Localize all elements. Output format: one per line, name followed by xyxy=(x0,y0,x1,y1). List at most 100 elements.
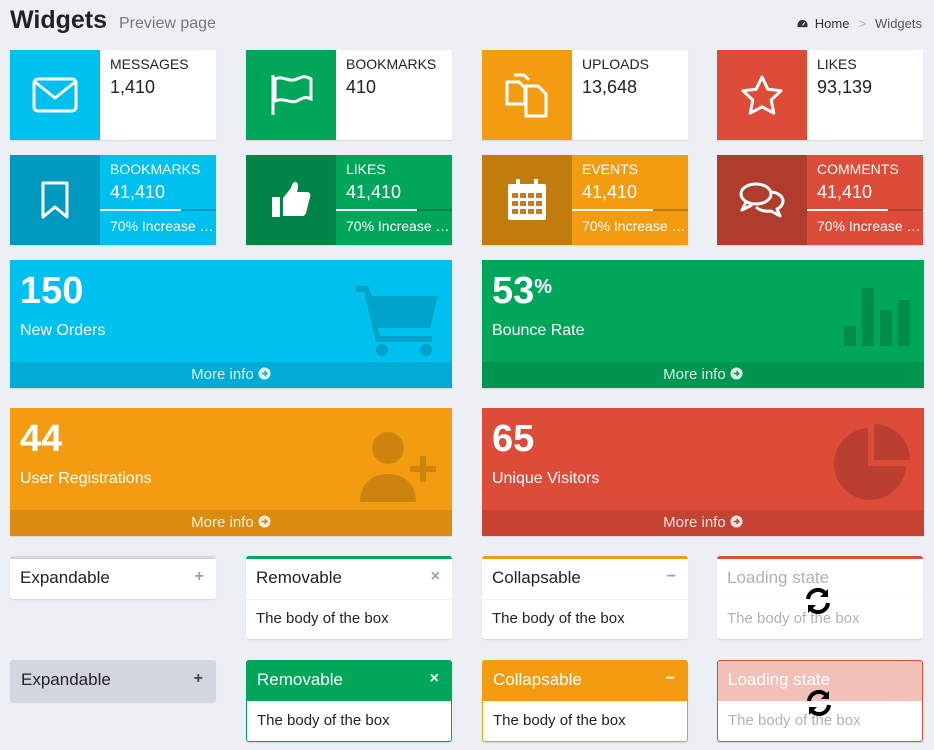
info-box-value: 41,410 xyxy=(817,182,873,202)
info-box-likes: Likes 93,139 xyxy=(717,50,923,140)
info-box-label: Uploads xyxy=(582,56,649,72)
arrow-circle-right-icon xyxy=(730,515,743,528)
small-box-footer-link[interactable]: More info xyxy=(10,362,452,388)
info-box-label: Likes xyxy=(817,56,857,72)
info-box-icon-bg xyxy=(717,50,807,140)
info-box-icon-bg xyxy=(10,50,100,140)
info-box-icon-bg xyxy=(246,50,336,140)
small-box-value: 65 xyxy=(492,418,535,460)
info-box-icon-bg xyxy=(246,155,336,245)
info-box-label: Messages xyxy=(110,56,189,72)
breadcrumb-home-link[interactable]: Home xyxy=(796,16,850,31)
info-box-value: 41,410 xyxy=(582,182,638,202)
box-body: The body of the box xyxy=(483,701,687,741)
small-box-user-registrations: 44 User Registrations More info xyxy=(10,408,452,536)
info-box-filled-likes: Likes 41,410 70% Increase in 30 Days xyxy=(246,155,452,245)
info-box-value: 93,139 xyxy=(817,77,873,97)
small-box-value: 53% xyxy=(492,270,553,312)
info-box-value: 1,410 xyxy=(110,77,156,97)
breadcrumb-separator: > xyxy=(858,16,867,31)
more-info-label: More info xyxy=(663,366,726,383)
progress-description: 70% Increase in 30 Days xyxy=(817,218,921,234)
more-info-label: More info xyxy=(191,514,254,531)
page-header: Widgets Preview page xyxy=(10,6,216,35)
remove-button[interactable]: × xyxy=(430,670,439,688)
arrow-circle-right-icon xyxy=(258,367,271,380)
small-box-label: Bounce Rate xyxy=(492,322,585,339)
info-box-filled-events: Events 41,410 70% Increase in 30 Days xyxy=(482,155,688,245)
progress-bar xyxy=(572,209,688,211)
progress-bar xyxy=(100,209,216,211)
progress-bar xyxy=(336,209,452,211)
info-box-label: Likes xyxy=(346,161,386,177)
solid-box-expandable: Expandable + xyxy=(10,660,216,702)
small-box-footer-link[interactable]: More info xyxy=(10,510,452,536)
box-header: Collapsable − xyxy=(482,559,688,599)
info-box-icon-bg xyxy=(717,155,807,245)
more-info-label: More info xyxy=(663,514,726,531)
flag-icon xyxy=(271,75,313,115)
info-box-uploads: Uploads 13,648 xyxy=(482,50,688,140)
info-box-value: 41,410 xyxy=(110,182,166,202)
small-box-unique-visitors: 65 Unique Visitors More info xyxy=(482,408,924,536)
box-title: Removable xyxy=(256,568,342,587)
dashboard-icon xyxy=(796,18,809,28)
small-box-label: New Orders xyxy=(20,322,106,339)
box-header: Collapsable − xyxy=(483,661,687,701)
progress-fill xyxy=(572,209,654,211)
page-title: Widgets xyxy=(10,6,107,34)
star-icon xyxy=(741,75,783,115)
small-box-label: User Registrations xyxy=(20,470,152,487)
breadcrumb: Home > Widgets xyxy=(796,16,922,31)
bar-chart-icon xyxy=(844,288,910,346)
box-header: Removable × xyxy=(246,559,452,599)
info-box-icon-bg xyxy=(482,155,572,245)
info-box-filled-bookmarks: Bookmarks 41,410 70% Increase in 30 Days xyxy=(10,155,216,245)
info-box-icon-bg xyxy=(482,50,572,140)
progress-fill xyxy=(100,209,182,211)
box-header: Expandable + xyxy=(11,661,215,701)
breadcrumb-home-label: Home xyxy=(814,16,850,31)
refresh-icon xyxy=(806,587,830,615)
box-expandable: Expandable + xyxy=(10,556,216,599)
collapse-button[interactable]: − xyxy=(666,670,675,688)
small-box-footer-link[interactable]: More info xyxy=(482,362,924,388)
envelope-icon xyxy=(32,77,78,113)
small-box-new-orders: 150 New Orders More info xyxy=(10,260,452,388)
refresh-icon xyxy=(807,689,831,717)
info-box-label: Bookmarks xyxy=(346,56,437,72)
arrow-circle-right-icon xyxy=(258,515,271,528)
box-collapsable: Collapsable − The body of the box xyxy=(482,556,688,639)
solid-box-collapsable: Collapsable − The body of the box xyxy=(482,660,688,742)
bookmark-icon xyxy=(41,181,69,219)
box-loading-state: Loading state The body of the box xyxy=(717,556,923,639)
box-title: Loading state xyxy=(727,568,830,587)
small-box-label: Unique Visitors xyxy=(492,470,600,487)
small-box-value: 44 xyxy=(20,418,63,460)
box-title: Collapsable xyxy=(493,670,582,689)
more-info-label: More info xyxy=(191,366,254,383)
info-box-icon-bg xyxy=(10,155,100,245)
thumbs-up-icon xyxy=(272,181,311,217)
info-box-filled-comments: Comments 41,410 70% Increase in 30 Days xyxy=(717,155,923,245)
box-title: Expandable xyxy=(21,670,111,689)
box-body: The body of the box xyxy=(246,599,452,639)
solid-box-loading-state: Loading state The body of the box xyxy=(717,660,923,742)
box-header: Removable × xyxy=(247,661,451,701)
small-box-bounce-rate: 53% Bounce Rate More info xyxy=(482,260,924,388)
remove-button[interactable]: × xyxy=(431,568,440,586)
expand-button[interactable]: + xyxy=(194,670,203,688)
progress-description: 70% Increase in 30 Days xyxy=(346,218,450,234)
info-box-value: 41,410 xyxy=(346,182,402,202)
progress-description: 70% Increase in 30 Days xyxy=(582,218,686,234)
expand-button[interactable]: + xyxy=(195,568,204,586)
collapse-button[interactable]: − xyxy=(667,568,676,586)
info-box-bookmarks: Bookmarks 410 xyxy=(246,50,452,140)
progress-fill xyxy=(807,209,889,211)
box-title: Removable xyxy=(257,670,343,689)
small-box-value: 150 xyxy=(20,270,84,312)
breadcrumb-current: Widgets xyxy=(875,16,922,31)
progress-description: 70% Increase in 30 Days xyxy=(110,218,214,234)
small-box-footer-link[interactable]: More info xyxy=(482,510,924,536)
info-box-label: Events xyxy=(582,161,639,177)
